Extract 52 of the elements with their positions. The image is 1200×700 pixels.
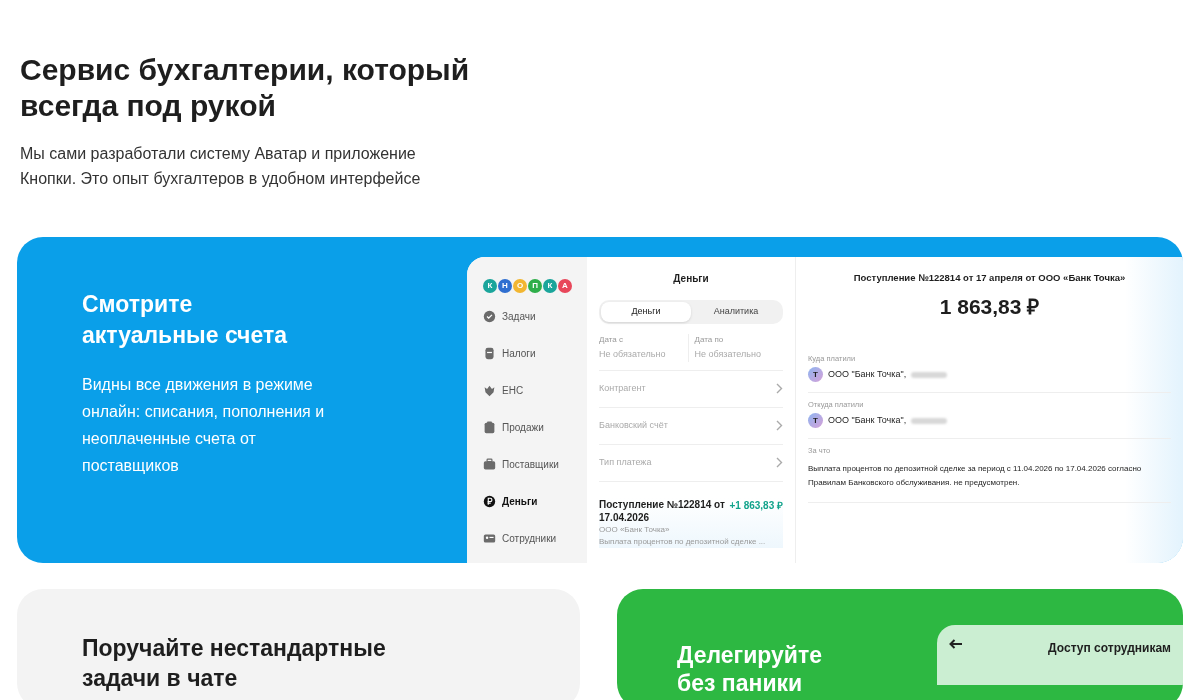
database-icon: [483, 347, 496, 360]
card-text: Видны все движения в режиме онлайн: списания, пополнения и неоплаченные счета от поставщиков: [82, 375, 326, 476]
transaction-title: Поступление №122814 от 17.04.2026: [599, 497, 726, 524]
date-field[interactable]: Не обязательно: [599, 348, 688, 362]
clipboard-icon: [483, 421, 496, 434]
date-field[interactable]: Не обязательно: [694, 348, 783, 362]
tab[interactable]: Деньги: [601, 302, 691, 322]
purpose-text: Выплата процентов по депозитной сделке за период с 11.04.2026 по 17.04.2026 согласно Правилам Банковского обслуживания. не предусмотрен.: [808, 462, 1143, 489]
transaction-description: Выплата процентов по депозитной сделке ...: [599, 535, 767, 548]
card-title: Делегируйте без паники: [677, 641, 823, 697]
nav-item[interactable]: Продажи: [483, 420, 587, 435]
tab[interactable]: Аналитика: [691, 302, 781, 322]
nav-item[interactable]: ЕНС: [483, 383, 587, 398]
bank-avatar: Т: [808, 413, 823, 429]
chevron-right-icon: [776, 457, 783, 468]
back-arrow-icon[interactable]: [949, 639, 963, 649]
hero-title: Сервис бухгалтерии, который всегда под рукой: [20, 52, 471, 124]
chevron-right-icon: [776, 420, 783, 431]
emblem-icon: [483, 384, 496, 397]
briefcase-icon: [483, 458, 496, 471]
bank-avatar: Т: [808, 367, 823, 382]
panel-title: Доступ сотрудникам: [1048, 640, 1171, 657]
list-title: Деньги: [672, 272, 710, 286]
transaction-item[interactable]: Поступление №122814 от 17.04.2026 +1 863,83 ₽ ООО «Банк Точка» Выплата процентов по депозитной сделке ...: [599, 497, 783, 548]
detail-amount: 1 863,83 ₽: [938, 294, 1041, 321]
nav-item[interactable]: Задачи: [483, 309, 587, 324]
nav-item[interactable]: Поставщики: [483, 457, 587, 472]
logo-letter: О: [513, 279, 527, 293]
logo-letter: Н: [498, 279, 512, 293]
logo-letter: К: [543, 279, 557, 293]
detail-title: Поступление №122814 от 17 апреля от ООО «Банк Точка»: [852, 271, 1127, 285]
party-name: ООО "Банк Точка",: [828, 414, 907, 427]
party-name: ООО "Банк Точка",: [828, 367, 907, 381]
logo-letter: А: [558, 279, 572, 293]
id-card-icon: [483, 532, 496, 545]
nav-item[interactable]: Налоги: [483, 346, 587, 361]
blurred-account: [911, 371, 948, 378]
transaction-amount: +1 863,83 ₽: [729, 498, 783, 513]
blurred-account: [911, 417, 948, 424]
card-title: Смотрите актуальные счета: [82, 290, 289, 350]
field-label: Дата по: [694, 334, 725, 346]
card-title: Поручайте нестандартные задачи в чате: [82, 634, 387, 693]
hero-subtitle: Мы сами разработали систему Аватар и приложение Кнопки. Это опыт бухгалтеров в удобном интерфейсе: [20, 144, 422, 189]
nav-item[interactable]: Сотрудники: [483, 531, 587, 546]
transaction-counterparty: ООО «Банк Точка»: [599, 523, 671, 536]
chevron-right-icon: [776, 383, 783, 394]
nav-item[interactable]: Деньги: [483, 494, 587, 509]
check-circle-icon: [483, 310, 496, 323]
logo-letter: К: [483, 279, 497, 293]
ruble-coin-icon: [483, 495, 496, 508]
logo-letter: П: [528, 279, 542, 293]
field-label: Дата с: [599, 334, 624, 346]
